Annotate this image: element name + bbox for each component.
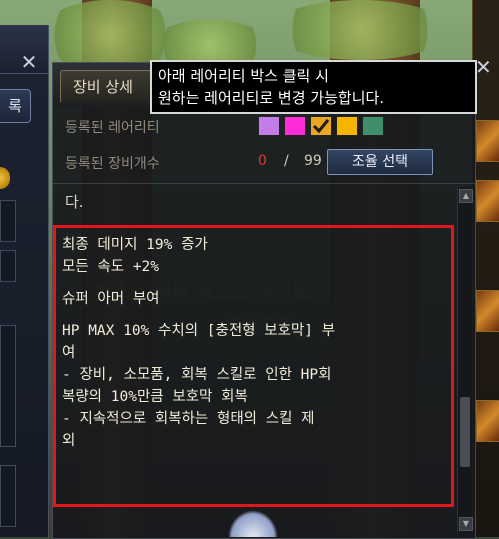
player-character [228,510,278,537]
option-line: - 지속적으로 회복하는 형태의 스킬 제 [62,411,315,427]
option-line: 복량의 10%만큼 보호막 회복 [62,389,248,405]
equipment-count-value: 0 [258,153,267,169]
tooltip-line: 아래 레어리티 박스 클릭 시 [158,67,329,85]
rarity-swatch-legendary[interactable] [310,116,332,136]
equipment-count-label: 등록된 장비개수 [65,156,160,172]
rarity-swatch-epic[interactable] [336,116,358,136]
scroll-up-arrow-icon[interactable]: ▲ [459,189,473,203]
option-line: HP MAX 10% 수치의 [충전형 보호막] 부 [62,323,336,339]
rarity-swatch-mythic[interactable] [362,116,384,136]
tab-equipment-detail[interactable]: 장비 상세 [60,70,160,102]
left-slot [0,200,16,242]
item-slot[interactable] [476,400,499,442]
rarity-label: 등록된 레어리티 [65,120,160,136]
option-line: 모든 속도 +2% [62,259,160,275]
tooltip: 아래 레어리티 박스 클릭 시 원하는 레어리티로 변경 가능합니다. [150,60,477,114]
left-slot [0,250,16,282]
item-slot[interactable] [476,290,499,332]
left-slot [0,465,16,527]
foliage [270,0,450,60]
scrollbar[interactable]: ▲ ▼ [457,187,473,533]
equipment-count-max: 99 [304,153,322,169]
item-slot[interactable] [476,120,499,162]
left-slot [0,325,16,447]
scroll-thumb[interactable] [460,397,470,467]
divider [53,183,475,184]
option-line: - 장비, 소모품, 회복 스킬로 인한 HP회 [62,367,332,383]
option-line: 최종 데미지 19% 증가 [62,237,208,253]
rarity-swatch-unique[interactable] [284,116,306,136]
description-text: 다. [65,193,84,211]
option-list: 최종 데미지 19% 증가 모든 속도 +2% 슈퍼 아머 부여 HP MAX … [62,234,447,452]
combo-select-button[interactable]: 조율 선택 [327,149,433,175]
tooltip-line: 원하는 레어리티로 변경 가능합니다. [158,89,385,107]
close-icon[interactable]: ✕ [475,55,492,79]
option-line: 여 [62,345,76,361]
scroll-down-arrow-icon[interactable]: ▼ [459,517,473,531]
checkmark-icon [312,119,330,134]
item-slot[interactable] [476,180,499,222]
option-line: 슈퍼 아머 부여 [62,291,160,307]
option-line: 외 [62,433,76,449]
rarity-swatch-rare[interactable] [258,116,280,136]
left-side-panel: ✕ 록 [0,25,49,537]
coin-icon [0,167,10,189]
close-icon[interactable]: ✕ [16,49,42,75]
count-separator: / [284,153,289,169]
left-panel-button[interactable]: 록 [0,89,31,123]
